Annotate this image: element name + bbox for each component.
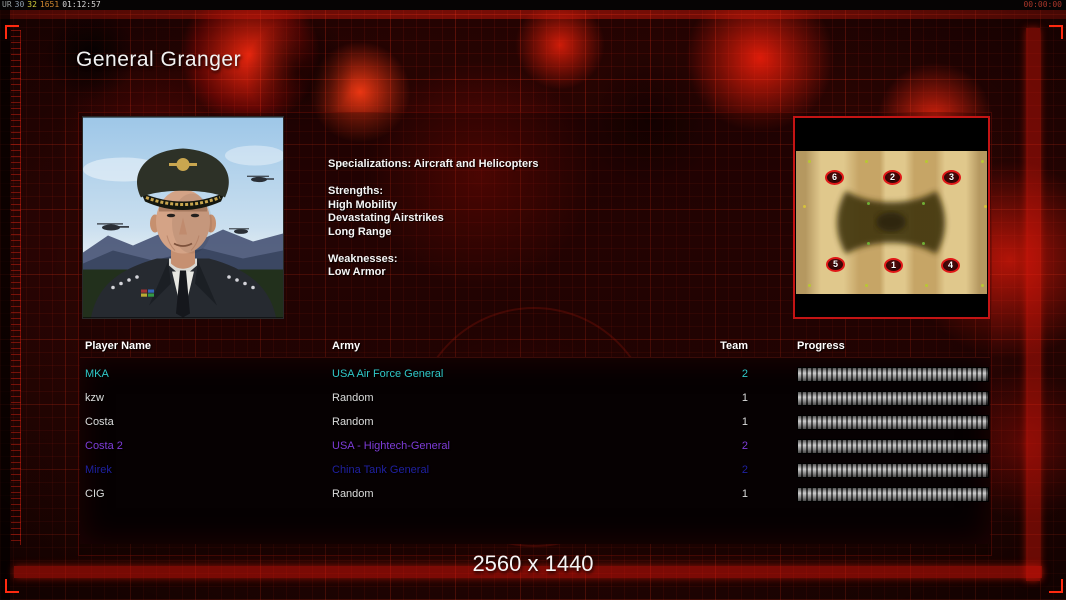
map-resource-dot <box>867 202 870 205</box>
map-resource-dot <box>984 205 987 208</box>
perf-stat-segment: 30 <box>14 0 25 9</box>
general-description: Specializations: Aircraft and Helicopter… <box>328 158 748 280</box>
right-red-band <box>1026 28 1040 581</box>
player-army: USA - Hightech-General <box>332 440 450 452</box>
map-resource-dot <box>808 284 811 287</box>
frame-corner-top-left <box>5 25 19 39</box>
frame-corner-bottom-right <box>1049 579 1063 593</box>
map-resource-dot <box>808 160 811 163</box>
player-team: 2 <box>741 368 748 380</box>
player-row: Mirek China Tank General 2 <box>80 458 990 482</box>
progress-bar <box>797 415 989 430</box>
progress-bar <box>797 439 989 454</box>
header-army: Army <box>332 340 361 352</box>
description-line: Strengths: <box>328 185 383 197</box>
hud-topbar: UR 30 32 1651 01:12:57 00:00:00 <box>0 0 1066 10</box>
match-clock: 00:00:00 <box>1023 0 1062 9</box>
player-name: Costa 2 <box>85 440 123 452</box>
player-army: China Tank General <box>332 464 430 476</box>
progress-bar <box>797 391 989 406</box>
player-name: MKA <box>85 368 109 380</box>
left-edge-shade <box>0 10 10 600</box>
loading-screen: UR 30 32 1651 01:12:57 00:00:00 General Gran… <box>0 0 1066 600</box>
player-team: 1 <box>741 416 748 428</box>
player-team: 2 <box>741 440 748 452</box>
header-player-name: Player Name <box>85 340 152 352</box>
description-line: Long Range <box>328 225 392 238</box>
page-title: General Granger <box>76 48 242 71</box>
perf-stat-segment: 32 <box>27 0 37 9</box>
progress-bar <box>797 367 989 382</box>
map-resource-dot <box>981 284 984 287</box>
perf-stat-segment: 01:12:57 <box>62 0 101 9</box>
progress-fill <box>798 392 988 405</box>
description-line <box>328 239 748 253</box>
progress-fill <box>798 416 988 429</box>
player-name: Costa <box>85 416 114 428</box>
general-portrait <box>82 116 284 319</box>
start-position-marker-3: 3 <box>942 170 961 185</box>
map-resource-dot <box>803 205 806 208</box>
map-preview: 6 2 3 5 1 4 <box>793 116 990 319</box>
start-position-marker-5: 5 <box>826 257 845 272</box>
header-team: Team <box>720 340 748 352</box>
progress-bar <box>797 487 989 502</box>
start-position-marker-1: 1 <box>884 258 903 273</box>
map-resource-dot <box>865 160 868 163</box>
description-line: High Mobility <box>328 198 398 211</box>
description-line <box>328 172 748 186</box>
player-name: Mirek <box>85 464 112 476</box>
frame-corner-top-right <box>1049 25 1063 39</box>
progress-fill <box>798 488 988 501</box>
progress-fill <box>798 368 988 381</box>
player-row: kzw Random 1 <box>80 386 990 410</box>
player-army: Random <box>332 392 374 404</box>
start-position-marker-6: 6 <box>825 170 844 185</box>
player-team: 2 <box>741 464 748 476</box>
map-resource-dot <box>922 202 925 205</box>
player-name: kzw <box>85 392 104 404</box>
player-team: 1 <box>741 488 748 500</box>
player-row: CIG Random 1 <box>80 482 990 506</box>
frame-corner-bottom-left <box>5 579 19 593</box>
player-army: Random <box>332 416 374 428</box>
resolution-label: 2560 x 1440 <box>472 551 594 576</box>
description-line: Devastating Airstrikes <box>328 212 444 224</box>
left-ruler <box>11 30 21 545</box>
description-line: Weaknesses: <box>328 252 398 265</box>
description-line: Low Armor <box>328 266 386 278</box>
start-position-marker-2: 2 <box>883 170 902 185</box>
description-line: Specializations: Aircraft and Helicopter… <box>328 158 539 170</box>
player-row: Costa Random 1 <box>80 410 990 434</box>
progress-fill <box>798 464 988 477</box>
map-resource-dot <box>925 284 928 287</box>
perf-stat-segment: 1651 <box>39 0 60 9</box>
map-resource-dot <box>922 242 925 245</box>
perf-stats: UR 30 32 1651 01:12:57 <box>2 0 104 10</box>
map-resource-dot <box>865 284 868 287</box>
header-progress: Progress <box>797 340 845 352</box>
portrait-art <box>83 117 283 318</box>
player-army: USA Air Force General <box>332 368 444 380</box>
player-row: Costa 2 USA - Hightech-General 2 <box>80 434 990 458</box>
player-name: CIG <box>85 488 105 500</box>
progress-fill <box>798 440 988 453</box>
progress-bar <box>797 463 989 478</box>
player-table-header: Player Name Army Team Progress <box>80 337 990 356</box>
map-resource-dot <box>867 242 870 245</box>
player-army: Random <box>332 488 374 500</box>
start-position-marker-4: 4 <box>941 258 960 273</box>
perf-stat-segment: UR <box>2 0 12 9</box>
map-resource-dot <box>981 160 984 163</box>
map-resource-dot <box>925 160 928 163</box>
player-list: MKA USA Air Force General 2 kzw Random 1… <box>80 357 990 544</box>
player-team: 1 <box>741 392 748 404</box>
player-row: MKA USA Air Force General 2 <box>80 362 990 386</box>
